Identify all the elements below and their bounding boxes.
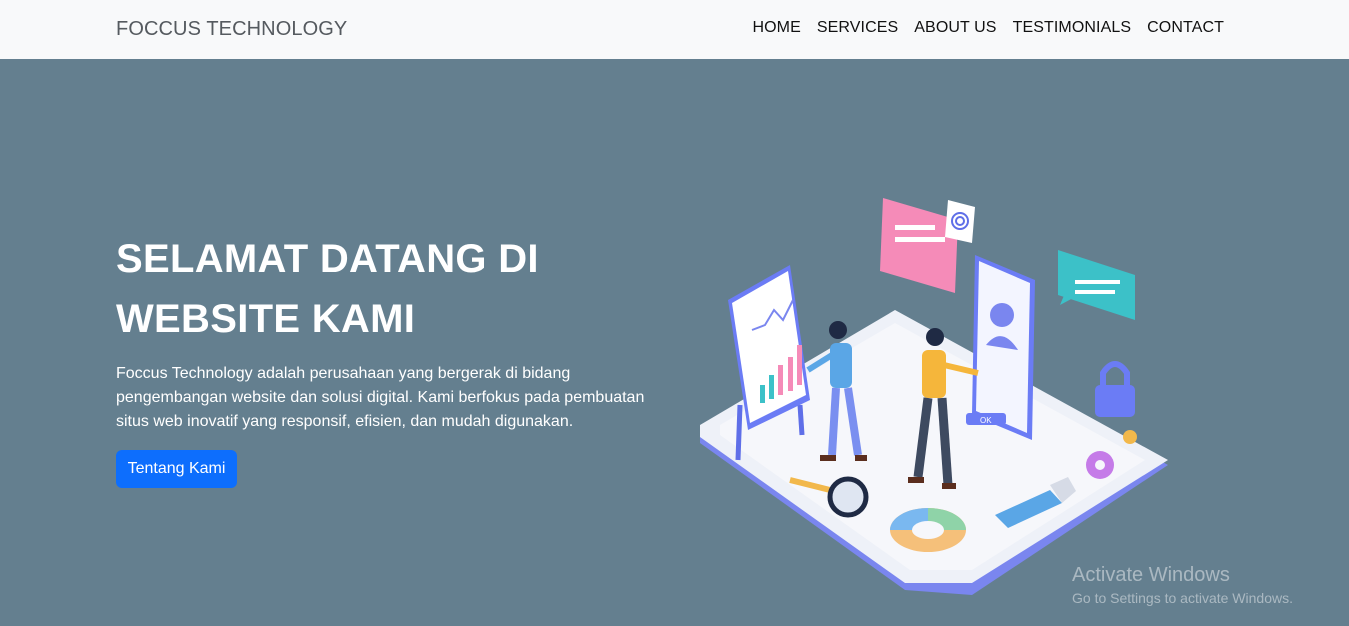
watermark-subtitle: Go to Settings to activate Windows.	[1072, 590, 1293, 606]
brand-logo[interactable]: FOCCUS TECHNOLOGY	[116, 18, 347, 41]
nav-menu: HOME SERVICES ABOUT US TESTIMONIALS CONT…	[752, 19, 1224, 37]
hero-illustration: OK	[700, 198, 1168, 595]
nav-link-home[interactable]: HOME	[752, 19, 800, 37]
nav-link-about-us[interactable]: ABOUT US	[914, 19, 996, 37]
lock-icon	[1095, 361, 1135, 417]
top-navbar: FOCCUS TECHNOLOGY HOME SERVICES ABOUT US…	[0, 0, 1349, 59]
nav-link-services[interactable]: SERVICES	[817, 19, 898, 37]
smartphone-icon: OK	[966, 255, 1035, 440]
fingerprint-icon	[945, 200, 975, 243]
illustration-ok-label: OK	[980, 416, 992, 425]
windows-activation-watermark: Activate Windows Go to Settings to activ…	[1072, 564, 1293, 606]
hero-description: Foccus Technology adalah perusahaan yang…	[116, 365, 645, 430]
about-us-button[interactable]: Tentang Kami	[116, 450, 237, 488]
nav-link-testimonials[interactable]: TESTIMONIALS	[1013, 19, 1132, 37]
watermark-title: Activate Windows	[1072, 564, 1230, 586]
credit-card-icon	[880, 198, 958, 293]
hero-title: SELAMAT DATANG DI WEBSITE KAMI	[116, 237, 539, 341]
donut-chart-icon	[890, 508, 966, 552]
chat-bubble-icon	[1058, 250, 1135, 320]
nav-link-contact[interactable]: CONTACT	[1147, 19, 1224, 37]
